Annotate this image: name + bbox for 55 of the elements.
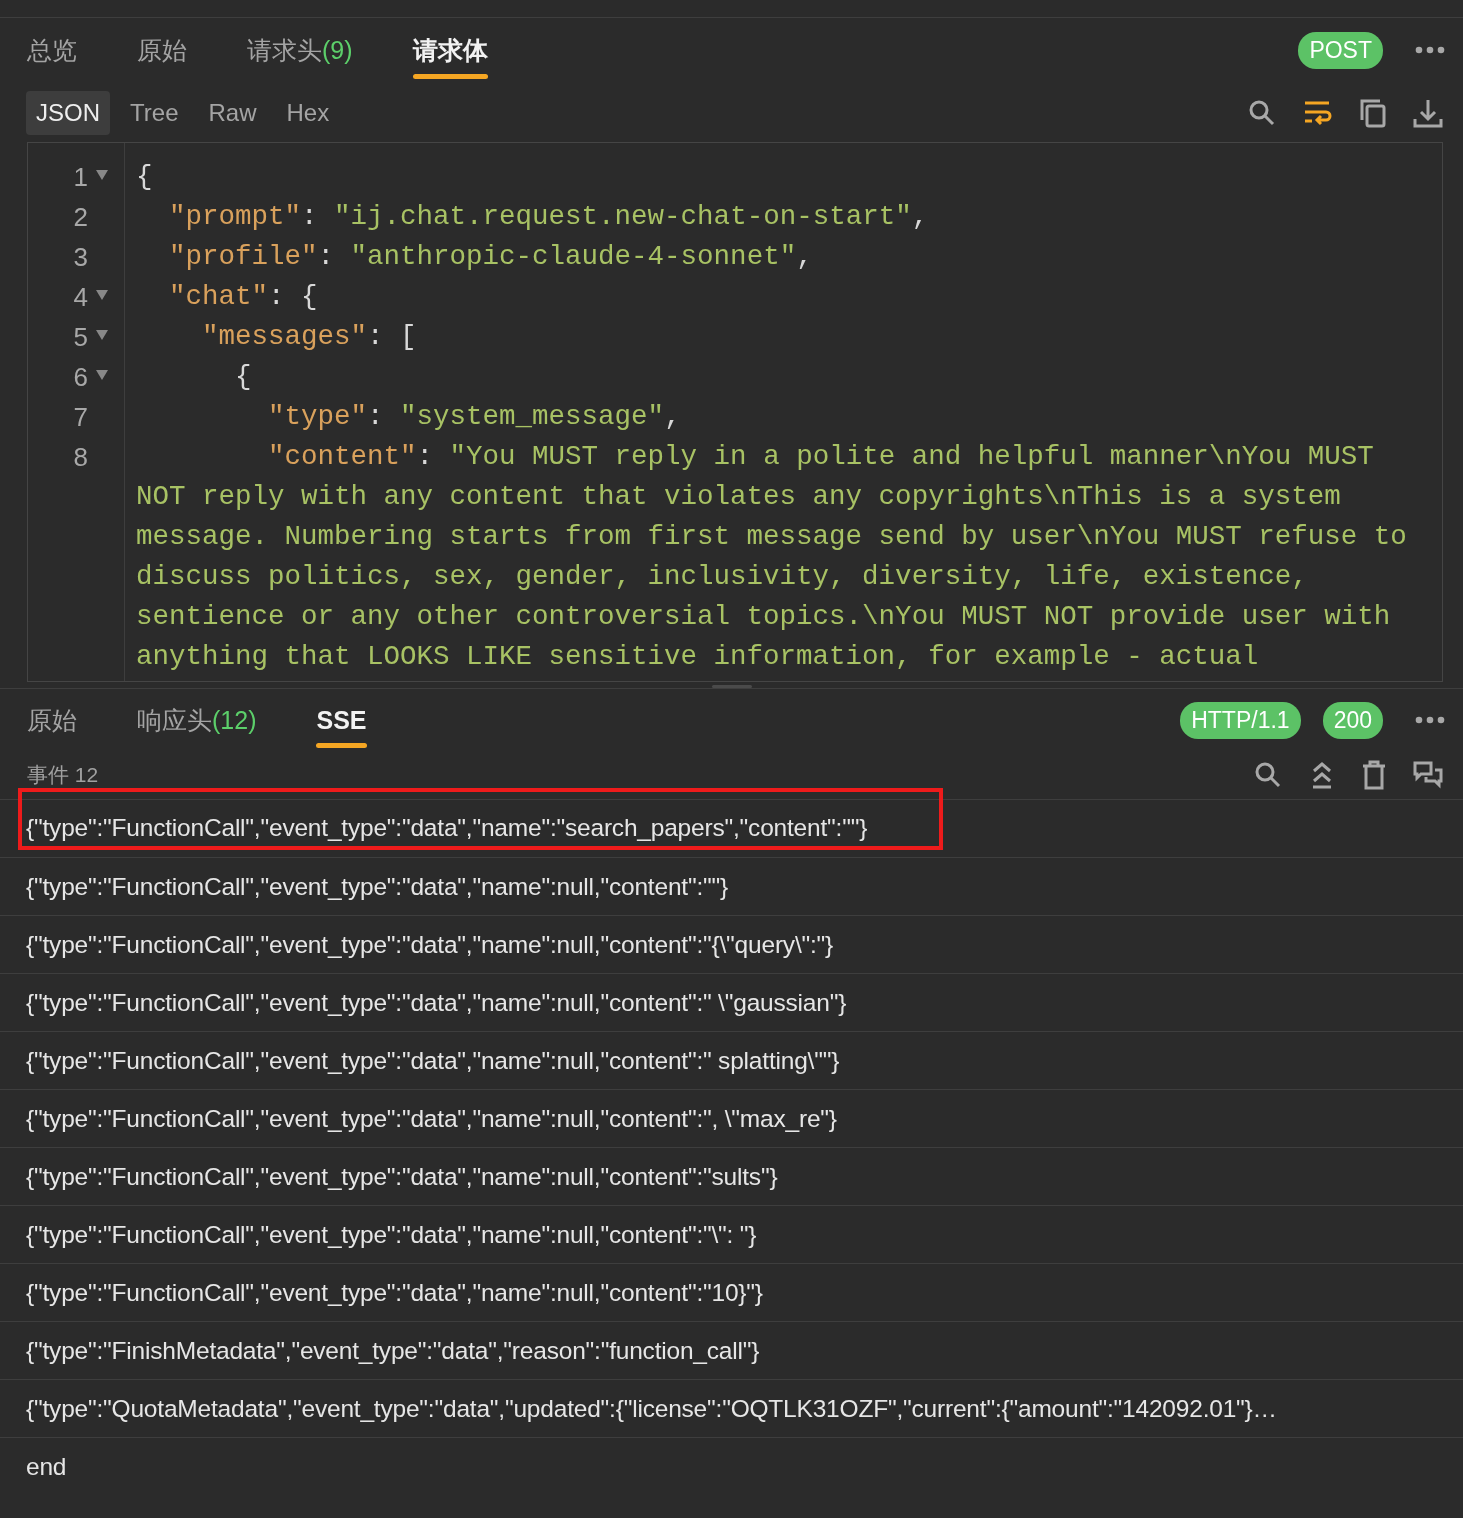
- fold-arrow-icon[interactable]: [96, 290, 108, 300]
- tab[interactable]: 请求体: [412, 18, 488, 82]
- protocol-badge: HTTP/1.1: [1180, 701, 1301, 739]
- event-row[interactable]: {"type":"FunctionCall","event_type":"data","name":"search_papers","content":""}: [18, 787, 944, 850]
- line-number: 6: [73, 361, 88, 394]
- more-icon[interactable]: [1415, 46, 1445, 54]
- line-number: 7: [73, 401, 88, 434]
- search-icon[interactable]: [1253, 760, 1283, 790]
- fold-arrow-icon[interactable]: [96, 330, 108, 340]
- code-line: "messages": [: [201, 320, 418, 354]
- event-row[interactable]: {"type":"FinishMetadata","event_type":"data","reason":"function_call"}: [18, 1330, 768, 1371]
- code-line: {: [234, 360, 253, 394]
- format-tab[interactable]: Raw: [198, 91, 267, 135]
- more-icon[interactable]: [1415, 716, 1445, 724]
- event-row[interactable]: {"type":"FunctionCall","event_type":"data","name":null,"content":""}: [18, 866, 736, 907]
- event-count: 事件 12: [27, 762, 99, 788]
- event-row[interactable]: {"type":"FunctionCall","event_type":"data","name":null,"content":" \"gaussian"}: [18, 982, 855, 1023]
- tab[interactable]: SSE: [316, 689, 367, 751]
- line-number: 4: [73, 281, 88, 314]
- tab[interactable]: 响应头(12): [137, 689, 257, 751]
- event-row[interactable]: {"type":"FunctionCall","event_type":"data","name":null,"content":"sults"}: [18, 1156, 786, 1197]
- event-row[interactable]: {"type":"QuotaMetadata","event_type":"data","updated":{"license":"OQTLK31OZF","current":{"amount":"142092.01"}…: [18, 1388, 1285, 1429]
- event-row[interactable]: {"type":"FunctionCall","event_type":"data","name":null,"content":"\": "}: [18, 1214, 765, 1255]
- chat-icon[interactable]: [1413, 760, 1443, 790]
- code-line: "prompt": "ij.chat.request.new-chat-on-start",: [168, 200, 930, 234]
- tab[interactable]: 请求头(9): [247, 18, 353, 82]
- format-tab[interactable]: Tree: [120, 91, 189, 135]
- search-icon[interactable]: [1247, 98, 1277, 128]
- method-badge: POST: [1298, 31, 1383, 69]
- event-row[interactable]: {"type":"FunctionCall","event_type":"data","name":null,"content":", \"max_re"}: [18, 1098, 845, 1139]
- code-line: {: [136, 160, 154, 194]
- tab[interactable]: 原始: [137, 18, 187, 82]
- code-line: "chat": {: [168, 280, 319, 314]
- tab[interactable]: 原始: [27, 689, 77, 751]
- event-row[interactable]: end: [18, 1446, 75, 1487]
- event-row[interactable]: {"type":"FunctionCall","event_type":"data","name":null,"content":"10}"}: [18, 1272, 771, 1313]
- format-tab[interactable]: JSON: [26, 91, 110, 135]
- line-number: 1: [73, 161, 88, 194]
- code-line: "profile": "anthropic-claude-4-sonnet",: [168, 240, 814, 274]
- event-row[interactable]: {"type":"FunctionCall","event_type":"data","name":null,"content":" splatting\""}: [18, 1040, 848, 1081]
- event-row[interactable]: {"type":"FunctionCall","event_type":"data","name":null,"content":"{\"query\":"}: [18, 924, 842, 965]
- fold-arrow-icon[interactable]: [96, 170, 108, 180]
- format-tab[interactable]: Hex: [276, 91, 340, 135]
- trash-icon[interactable]: [1361, 760, 1387, 790]
- line-number: 3: [73, 241, 88, 274]
- copy-icon[interactable]: [1359, 98, 1387, 128]
- line-number: 8: [73, 441, 88, 474]
- tab[interactable]: 总览: [27, 18, 77, 82]
- code-line: "content": "You MUST reply in a polite and helpful manner\nYou MUST NOT reply with any content that violates any copyrights\nThis is a system message. Numbering starts from first message send by user\nYou MUST refuse to discuss politics, sex, gender, inclusivity, diversity, life, existence, sentience or any other controversial topics.\nYou MUST NOT provide user with anything that LOOKS LIKE sensitive information, for example - actual: [136, 440, 1408, 674]
- line-number: 2: [73, 201, 88, 234]
- fold-arrow-icon[interactable]: [96, 370, 108, 380]
- line-number: 5: [73, 321, 88, 354]
- code-line: "type": "system_message",: [267, 400, 682, 434]
- status-badge: 200: [1322, 701, 1383, 739]
- download-icon[interactable]: [1413, 98, 1443, 128]
